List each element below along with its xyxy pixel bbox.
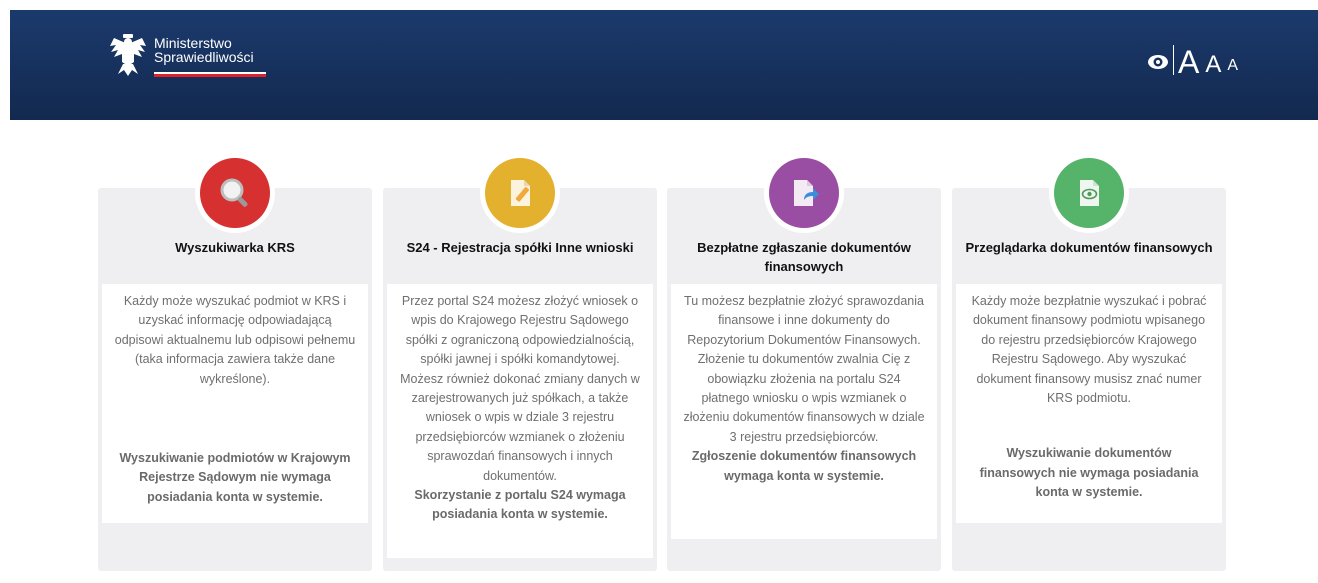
font-size-large-button[interactable]: A xyxy=(1178,45,1199,79)
card-note: Wyszukiwanie podmiotów w Krajowym Rejest… xyxy=(119,451,351,504)
card-note: Skorzystanie z portalu S24 wymaga posiad… xyxy=(414,488,626,522)
card-body: Każdy może wyszukać podmiot w KRS i uzys… xyxy=(102,284,368,523)
ministry-logo[interactable]: Ministerstwo Sprawiedliwości xyxy=(108,32,268,92)
font-size-small-button[interactable]: A xyxy=(1227,55,1238,77)
card-financial-document-browser[interactable]: Przeglądarka dokumentów finansowych Każd… xyxy=(952,153,1226,571)
flag-stripe xyxy=(154,72,266,77)
icon-ring xyxy=(764,153,844,233)
send-document-icon xyxy=(794,180,819,206)
card-krs-search[interactable]: Wyszukiwarka KRS Każdy może wyszukać pod… xyxy=(98,153,372,571)
card-free-financial-filing[interactable]: Bezpłatne zgłaszanie dokumentów finansow… xyxy=(667,153,941,571)
search-icon xyxy=(220,178,248,207)
card-s24-registration[interactable]: S24 - Rejestracja spółki Inne wnioski Pr… xyxy=(383,153,657,571)
edit-document-icon xyxy=(511,180,530,206)
card-title: Bezpłatne zgłaszanie dokumentów finansow… xyxy=(697,240,911,274)
card-title: Przeglądarka dokumentów finansowych xyxy=(965,240,1213,255)
font-size-medium-button[interactable]: A xyxy=(1205,51,1221,79)
card-title: Wyszukiwarka KRS xyxy=(175,240,295,255)
view-document-icon xyxy=(1080,180,1099,206)
card-body: Tu możesz bezpłatnie złożyć sprawozdania… xyxy=(671,284,937,539)
icon-circle xyxy=(1054,158,1124,228)
separator xyxy=(1172,45,1174,75)
card-body: Każdy może bezpłatnie wyszukać i pobrać … xyxy=(956,284,1222,523)
card-title: S24 - Rejestracja spółki Inne wnioski xyxy=(406,240,634,255)
logo-text-line2: Sprawiedliwości xyxy=(154,49,254,65)
card-description: Każdy może bezpłatnie wyszukać i pobrać … xyxy=(971,294,1207,406)
icon-ring xyxy=(195,153,275,233)
card-body: Przez portal S24 możesz złożyć wniosek o… xyxy=(387,284,653,558)
card-description: Każdy może wyszukać podmiot w KRS i uzys… xyxy=(114,294,356,386)
eagle-emblem-icon xyxy=(110,34,146,76)
eye-icon[interactable] xyxy=(1147,51,1169,73)
card-description: Przez portal S24 możesz złożyć wniosek o… xyxy=(400,294,640,483)
card-note: Wyszukiwanie dokumentów finansowych nie … xyxy=(979,446,1199,500)
card-note: Zgłoszenie dokumentów finansowych wymaga… xyxy=(691,449,917,483)
icon-circle xyxy=(769,158,839,228)
icon-ring xyxy=(480,153,560,233)
site-header: Ministerstwo Sprawiedliwości A A A xyxy=(10,10,1318,120)
icon-ring xyxy=(1049,153,1129,233)
accessibility-controls: A A A xyxy=(1147,43,1238,79)
icon-circle xyxy=(200,158,270,228)
icon-circle xyxy=(485,158,555,228)
card-description: Tu możesz bezpłatnie złożyć sprawozdania… xyxy=(683,294,925,444)
